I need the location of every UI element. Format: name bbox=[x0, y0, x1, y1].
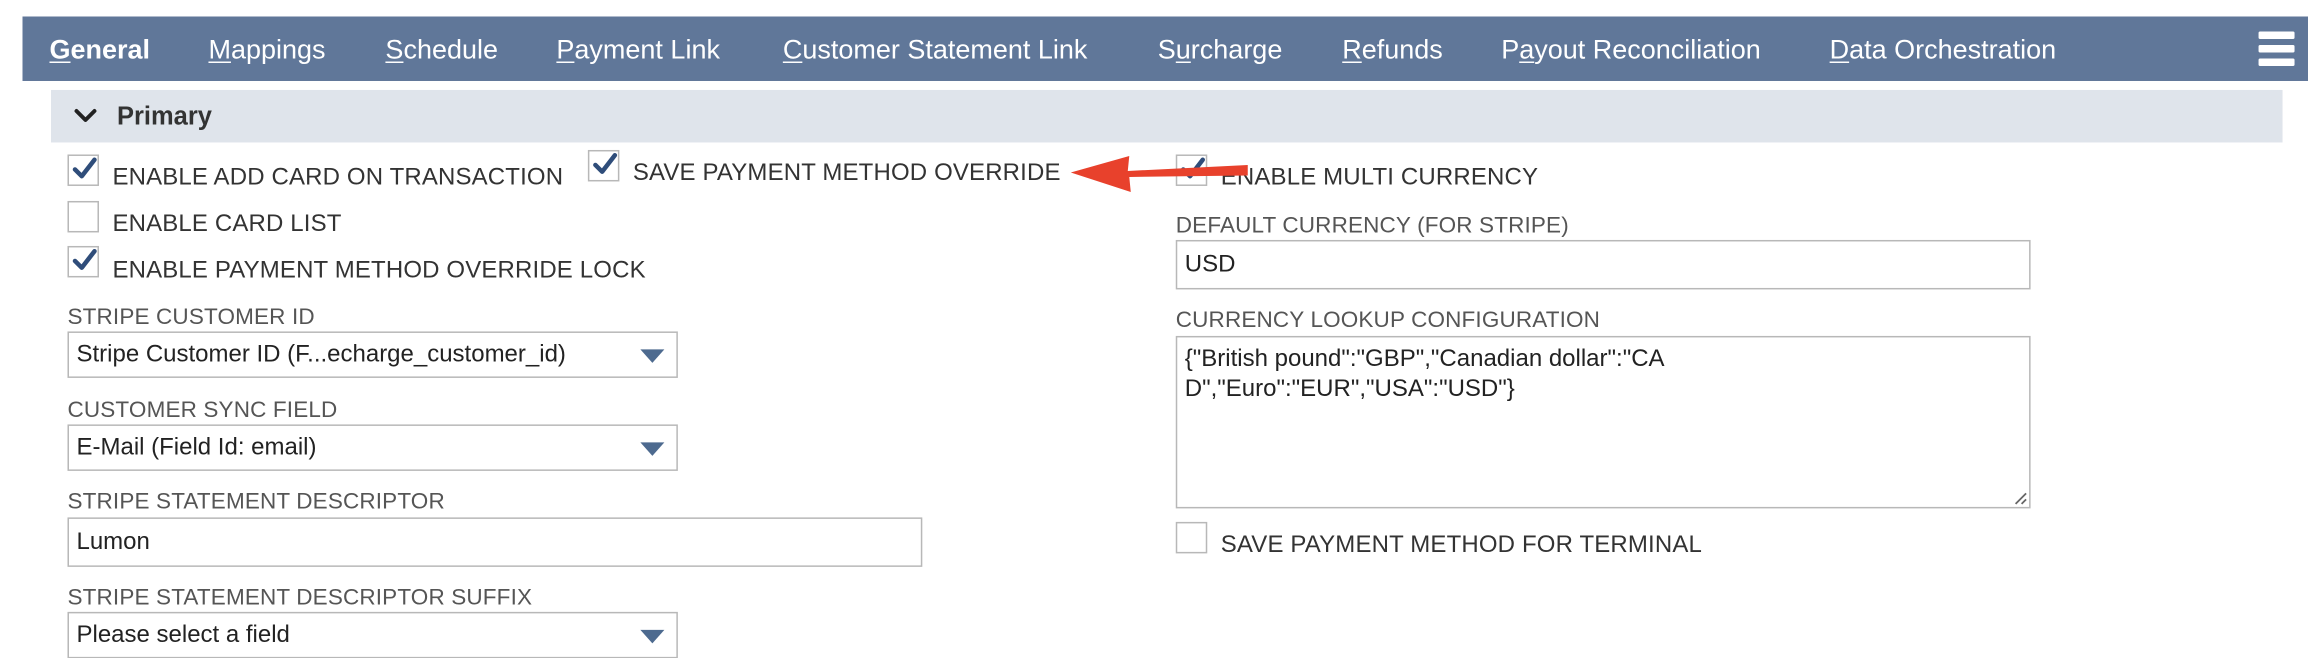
select-stripe-statement-descriptor-suffix[interactable]: Please select a field bbox=[67, 611, 678, 658]
tab-schedule[interactable]: Schedule bbox=[385, 16, 498, 80]
tab-customer-statement-link-key: C bbox=[782, 34, 803, 65]
tab-refunds[interactable]: Refunds bbox=[1342, 16, 1443, 80]
tab-payout-key: a bbox=[1519, 34, 1535, 65]
label-enable-override-lock: ENABLE PAYMENT METHOD OVERRIDE LOCK bbox=[112, 257, 646, 284]
input-default-currency-value: USD bbox=[1184, 251, 1236, 278]
dropdown-caret-icon bbox=[640, 442, 665, 456]
tab-payment-link-label: ayment Link bbox=[574, 34, 720, 65]
label-enable-card-list: ENABLE CARD LIST bbox=[112, 211, 342, 237]
input-default-currency[interactable]: USD bbox=[1175, 239, 2031, 290]
tab-data-orchestration-label: ata Orchestration bbox=[1849, 34, 2057, 65]
label-currency-lookup-configuration: CURRENCY LOOKUP CONFIGURATION bbox=[1175, 307, 1601, 333]
tab-bar: General Mappings Schedule Payment Link C… bbox=[22, 16, 2308, 81]
tab-refunds-label: efunds bbox=[1361, 34, 1443, 65]
label-stripe-statement-descriptor-suffix: STRIPE STATEMENT DESCRIPTOR SUFFIX bbox=[67, 584, 533, 611]
checkbox-save-payment-method-override[interactable] bbox=[587, 149, 620, 182]
tab-surcharge-label: rcharge bbox=[1190, 34, 1283, 65]
select-customer-sync-field-value: E-Mail (Field Id: email) bbox=[76, 434, 317, 461]
check-icon bbox=[72, 157, 97, 179]
label-stripe-statement-descriptor: STRIPE STATEMENT DESCRIPTOR bbox=[67, 488, 445, 515]
tab-surcharge-key: u bbox=[1175, 34, 1191, 65]
textarea-currency-lookup-value: {"British pound":"GBP","Canadian dollar"… bbox=[1184, 346, 1665, 402]
chevron-down-icon bbox=[74, 109, 97, 122]
tab-payment-link[interactable]: Payment Link bbox=[556, 16, 720, 80]
label-save-payment-method-override: SAVE PAYMENT METHOD OVERRIDE bbox=[632, 160, 1061, 186]
check-icon bbox=[72, 248, 97, 270]
checkbox-save-payment-method-terminal[interactable] bbox=[1175, 521, 1208, 554]
label-stripe-customer-id: STRIPE CUSTOMER ID bbox=[67, 304, 315, 330]
textarea-currency-lookup-configuration[interactable]: {"British pound":"GBP","Canadian dollar"… bbox=[1175, 335, 2031, 509]
tab-general[interactable]: General bbox=[49, 16, 150, 80]
dropdown-caret-icon bbox=[640, 349, 665, 363]
tab-payout-prefix: P bbox=[1501, 34, 1520, 65]
label-default-currency: DEFAULT CURRENCY (FOR STRIPE) bbox=[1175, 212, 1569, 239]
tab-general-label: eneral bbox=[70, 34, 151, 65]
checkbox-enable-override-lock[interactable] bbox=[67, 245, 99, 278]
tab-schedule-key: S bbox=[385, 34, 404, 65]
tab-customer-statement-link[interactable]: Customer Statement Link bbox=[783, 16, 1088, 80]
tab-mappings-key: M bbox=[208, 34, 231, 65]
checkbox-enable-card-list[interactable] bbox=[67, 200, 99, 233]
menu-icon[interactable] bbox=[2258, 31, 2295, 66]
tab-data-orchestration-key: D bbox=[1829, 34, 1850, 65]
check-icon bbox=[593, 152, 618, 174]
dropdown-caret-icon bbox=[640, 629, 665, 644]
section-header-primary[interactable]: Primary bbox=[50, 89, 2283, 143]
annotation-arrow-icon bbox=[1070, 155, 1248, 192]
input-stripe-statement-descriptor-value: Lumon bbox=[76, 529, 150, 555]
label-enable-add-card: ENABLE ADD CARD ON TRANSACTION bbox=[112, 164, 564, 191]
tab-mappings[interactable]: Mappings bbox=[208, 16, 325, 80]
tab-general-key: G bbox=[49, 34, 71, 65]
input-stripe-statement-descriptor[interactable]: Lumon bbox=[67, 517, 923, 567]
tab-payout-label: yout Reconciliation bbox=[1534, 34, 1761, 65]
select-customer-sync-field[interactable]: E-Mail (Field Id: email) bbox=[67, 424, 678, 471]
label-customer-sync-field: CUSTOMER SYNC FIELD bbox=[67, 397, 338, 423]
section-title: Primary bbox=[116, 101, 212, 131]
tab-payment-link-key: P bbox=[556, 34, 575, 65]
tab-surcharge[interactable]: Surcharge bbox=[1158, 16, 1283, 80]
select-stripe-statement-descriptor-suffix-value: Please select a field bbox=[76, 622, 290, 648]
tab-refunds-key: R bbox=[1342, 34, 1362, 65]
select-stripe-customer-id[interactable]: Stripe Customer ID (F...echarge_customer… bbox=[67, 331, 678, 378]
tab-payout-reconciliation[interactable]: Payout Reconciliation bbox=[1501, 16, 1761, 80]
tab-schedule-label: chedule bbox=[403, 34, 499, 65]
resize-grip-icon[interactable] bbox=[2013, 490, 2028, 505]
select-stripe-customer-id-value: Stripe Customer ID (F...echarge_customer… bbox=[76, 341, 566, 368]
tab-customer-statement-link-label: ustomer Statement Link bbox=[802, 34, 1088, 65]
tab-mappings-label: appings bbox=[230, 34, 326, 65]
checkbox-enable-add-card[interactable] bbox=[67, 154, 99, 186]
tab-data-orchestration[interactable]: Data Orchestration bbox=[1830, 16, 2057, 80]
label-enable-multi-currency: ENABLE MULTI CURRENCY bbox=[1220, 164, 1539, 191]
tab-surcharge-prefix: S bbox=[1157, 34, 1176, 65]
label-save-payment-method-terminal: SAVE PAYMENT METHOD FOR TERMINAL bbox=[1220, 532, 1702, 558]
